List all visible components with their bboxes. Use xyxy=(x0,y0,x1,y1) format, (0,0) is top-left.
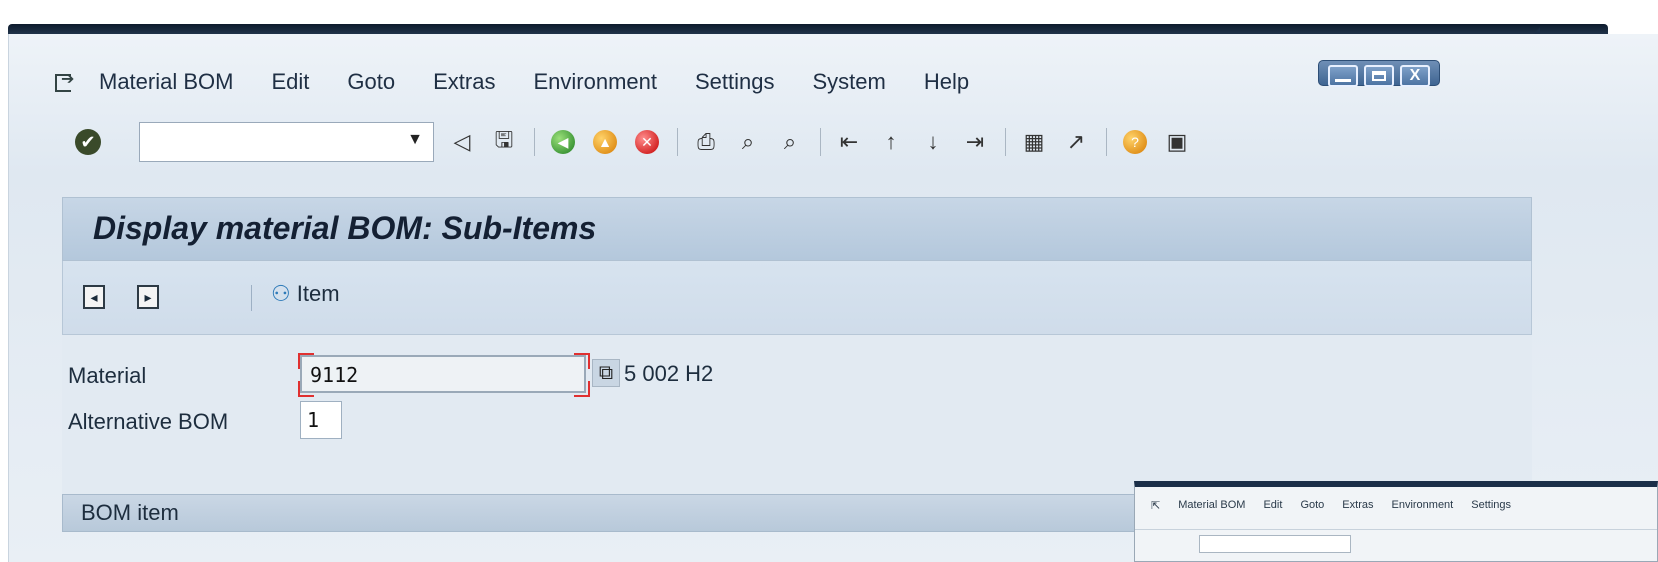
menu-environment[interactable]: Environment xyxy=(533,69,657,95)
material-label: Material xyxy=(68,363,147,388)
thumbnail-menu-goto: Goto xyxy=(1300,499,1325,511)
focus-bracket-top-left xyxy=(298,353,314,369)
menu-material-bom[interactable]: Material BOM xyxy=(99,69,233,95)
menu-help[interactable]: Help xyxy=(924,69,969,95)
thumbnail-menu-edit: Edit xyxy=(1263,499,1283,511)
command-field[interactable]: ▼ xyxy=(139,122,434,162)
focus-bracket-top-right xyxy=(574,353,590,369)
menu-settings[interactable]: Settings xyxy=(695,69,775,95)
thumbnail-command-field xyxy=(1199,535,1351,553)
toolbar-separator xyxy=(1106,128,1107,156)
minimize-button[interactable] xyxy=(1328,65,1358,87)
create-shortcut-icon[interactable]: ↗ xyxy=(1062,128,1090,156)
thumbnail-menu-exit-icon: ⇱ xyxy=(1151,500,1161,512)
enter-check-icon[interactable]: ✔ xyxy=(75,129,101,155)
menu-extras[interactable]: Extras xyxy=(433,69,495,95)
help-question-icon: ? xyxy=(1123,130,1147,154)
save-icon[interactable]: 🖫 xyxy=(490,127,518,156)
toolbar-separator xyxy=(677,128,678,156)
thumbnail-divider xyxy=(1135,529,1657,530)
item-button-label: Item xyxy=(296,281,340,306)
menu-exit-icon[interactable] xyxy=(55,69,77,92)
previous-item-icon[interactable]: ◂ xyxy=(83,285,105,309)
focus-bracket-bottom-left xyxy=(298,381,314,397)
back-button[interactable]: ◀ xyxy=(549,128,577,156)
bom-item-label: BOM item xyxy=(81,500,179,525)
find-icon[interactable]: ⌕ xyxy=(734,128,762,156)
item-button[interactable]: ⚇ Item xyxy=(271,281,340,307)
menu-system[interactable]: System xyxy=(812,69,885,95)
find-next-icon[interactable]: ⌕ xyxy=(776,128,804,156)
menu-goto[interactable]: Goto xyxy=(347,69,395,95)
material-input-value: 9112 xyxy=(310,363,359,387)
toolbar-separator xyxy=(534,128,535,156)
collapse-left-icon[interactable]: ◁ xyxy=(448,128,476,156)
close-button[interactable]: X xyxy=(1400,65,1430,87)
thumbnail-menu-environment: Environment xyxy=(1391,499,1454,511)
alternative-bom-field[interactable]: 1 xyxy=(300,401,342,439)
customize-layout-icon[interactable]: ▣ xyxy=(1163,128,1191,156)
next-page-icon[interactable]: ↓ xyxy=(919,128,947,156)
maximize-button[interactable] xyxy=(1364,65,1394,87)
next-item-icon[interactable]: ▸ xyxy=(137,285,159,309)
exit-icon: ▲ xyxy=(593,130,617,154)
header-form: Material 9112 ⧉ 5 002 H2 Alternative BOM… xyxy=(62,335,1532,495)
last-page-icon[interactable]: ⇥ xyxy=(961,128,989,156)
overlapping-window-thumbnail: ⇱ Material BOM Edit Goto Extras Environm… xyxy=(1134,481,1658,562)
alternative-bom-label: Alternative BOM xyxy=(68,409,229,434)
standard-toolbar: ✔ ▼ ◁ 🖫 ◀ ▲ ✕ ⎙ ⌕ ⌕ ⇤ ↑ ↓ ⇥ ▦ ↗ ? ▣ xyxy=(75,118,1191,166)
person-icon: ⚇ xyxy=(271,281,291,306)
previous-page-icon[interactable]: ↑ xyxy=(877,128,905,156)
page-title: Display material BOM: Sub-Items xyxy=(93,210,597,246)
focus-bracket-bottom-right xyxy=(574,381,590,397)
chevron-down-icon[interactable]: ▼ xyxy=(407,131,423,149)
toolbar-separator xyxy=(1005,128,1006,156)
application-toolbar: ◂ ▸ ⚇ Item xyxy=(62,261,1532,335)
print-icon[interactable]: ⎙ xyxy=(692,128,720,156)
exit-button[interactable]: ▲ xyxy=(591,128,619,156)
thumbnail-menu-material-bom: Material BOM xyxy=(1178,499,1246,511)
copy-icon[interactable]: ⧉ xyxy=(592,359,620,387)
menu-bar: Material BOM Edit Goto Extras Environmen… xyxy=(55,62,1007,102)
app-toolbar-separator xyxy=(251,285,252,311)
help-icon[interactable]: ? xyxy=(1121,128,1149,156)
thumbnail-menu-settings: Settings xyxy=(1471,499,1511,511)
cancel-icon: ✕ xyxy=(635,130,659,154)
new-session-icon[interactable]: ▦ xyxy=(1020,128,1048,156)
alternative-bom-value: 1 xyxy=(307,408,320,432)
title-panel: Display material BOM: Sub-Items xyxy=(62,197,1532,261)
material-input[interactable]: 9112 xyxy=(300,355,586,393)
toolbar-separator xyxy=(820,128,821,156)
thumbnail-menu-extras: Extras xyxy=(1342,499,1374,511)
cancel-button[interactable]: ✕ xyxy=(633,128,661,156)
menu-edit[interactable]: Edit xyxy=(271,69,309,95)
first-page-icon[interactable]: ⇤ xyxy=(835,128,863,156)
material-description: 5 002 H2 xyxy=(624,361,714,386)
thumbnail-menu-bar: ⇱ Material BOM Edit Goto Extras Environm… xyxy=(1151,499,1511,512)
back-icon: ◀ xyxy=(551,130,575,154)
window-controls: X xyxy=(1318,60,1440,87)
